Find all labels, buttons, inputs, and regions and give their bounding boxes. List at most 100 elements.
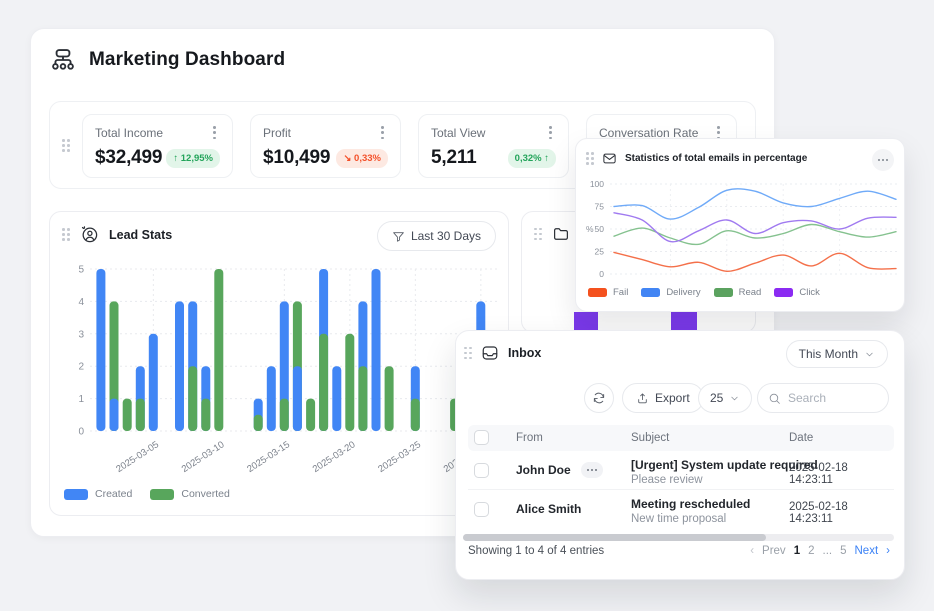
entries-summary: Showing 1 to 4 of 4 entries [468,545,604,557]
funnel-icon [392,230,405,243]
lead-stats-title: Lead Stats [109,228,172,242]
row-menu-button[interactable] [581,462,603,478]
hidden-chart-purple-bar [574,312,598,331]
lead-user-icon [80,225,99,244]
email-stats-card: Statistics of total emails in percentage… [575,138,905,312]
legend-swatch [714,288,733,297]
lead-stats-legend: Created Converted [64,488,230,500]
svg-text:2025-03-05: 2025-03-05 [114,439,161,475]
dashboard-header: Marketing Dashboard [49,46,285,74]
email-stats-legend: Fail Delivery Read Click [588,287,820,298]
inbox-title: Inbox [508,346,541,360]
table-header: From Subject Date [468,425,894,451]
horizontal-scrollbar [463,534,894,541]
inbox-table-row[interactable]: Alice Smith Meeting rescheduled New time… [468,490,894,529]
svg-text:1: 1 [78,394,84,405]
sender-name: John Doe [516,463,571,477]
export-icon [636,392,649,405]
email-stats-chart: 0 25 50 75 100% [576,175,906,279]
chevron-down-icon [729,393,740,404]
kebab-menu-icon[interactable] [545,124,556,141]
svg-text:2025-03-20: 2025-03-20 [311,439,358,475]
svg-text:75: 75 [595,202,605,212]
svg-text:2025-03-15: 2025-03-15 [245,439,292,475]
legend-item: Converted [150,488,229,500]
stat-card-value: $10,499 [263,147,330,169]
page-size-dropdown[interactable]: 25 [698,383,752,413]
legend-swatch [64,489,88,500]
drag-handle-icon[interactable] [586,152,594,165]
kebab-menu-icon[interactable] [377,124,388,141]
filter-label: Last 30 Days [411,229,481,243]
svg-text:%: % [586,224,594,234]
legend-swatch [774,288,793,297]
envelope-icon [602,151,617,166]
mail-date: 2025-02-18 14:23:11 [789,501,894,525]
legend-item: Fail [588,287,628,298]
legend-item: Read [714,287,762,298]
svg-text:4: 4 [78,297,84,308]
page: Marketing Dashboard Total Income $32,499… [0,0,934,611]
page-title: Marketing Dashboard [89,49,285,71]
row-checkbox[interactable] [474,463,489,478]
export-label: Export [655,391,690,405]
legend-swatch [588,288,607,297]
stat-card-value: $32,499 [95,147,162,169]
page-item[interactable]: 2 [808,545,814,557]
sender-name: Alice Smith [516,502,581,516]
page-size-value: 25 [710,391,723,405]
svg-text:5: 5 [78,265,84,276]
page-item[interactable]: 5 [840,545,846,557]
stat-card: Profit $10,499 ↘ 0,33% [250,114,401,178]
svg-text:0: 0 [599,269,604,279]
page-chevron[interactable]: ‹ [750,545,754,557]
legend-item: Click [774,287,820,298]
search-box [757,383,889,413]
inbox-icon [481,344,499,362]
card-menu-button[interactable] [872,149,894,171]
refresh-icon [592,391,606,405]
page-item[interactable]: Next [855,545,879,557]
legend-item: Created [64,488,132,500]
lead-stats-card: Lead Stats Last 30 Days 0123452025-03-05… [49,211,509,516]
stat-change-badge: ↑ 12,95% [166,149,220,168]
filter-last-30-days-button[interactable]: Last 30 Days [377,221,496,251]
select-all-checkbox[interactable] [474,430,489,445]
page-item[interactable]: 1 [794,545,800,557]
col-subject: Subject [631,432,669,444]
svg-text:2: 2 [78,362,84,373]
legend-swatch [641,288,660,297]
lead-stats-chart: 0123452025-03-052025-03-102025-03-152025… [50,252,510,488]
page-chevron[interactable]: › [886,545,890,557]
svg-text:100: 100 [590,179,604,189]
drag-handle-icon[interactable] [534,228,542,241]
refresh-button[interactable] [584,383,614,413]
email-stats-title: Statistics of total emails in percentage [625,153,807,164]
inbox-table-row[interactable]: John Doe [Urgent] System update required… [468,451,894,490]
svg-text:25: 25 [595,247,605,257]
stat-card: Total View 5,211 0,32% ↑ [418,114,569,178]
mail-preview: New time proposal [631,513,726,525]
mail-subject: Meeting rescheduled [631,497,750,511]
drag-handle-icon[interactable] [62,139,70,152]
legend-item: Delivery [641,287,700,298]
inbox-table: From Subject Date John Doe [Urgent] Syst… [468,425,894,529]
page-item[interactable]: Prev [762,545,786,557]
hidden-chart-purple-bar [671,312,697,331]
legend-swatch [150,489,174,500]
inbox-footer: Showing 1 to 4 of 4 entries ‹Prev12...5N… [468,545,890,557]
drag-handle-icon[interactable] [62,228,70,241]
svg-text:2025-03-25: 2025-03-25 [376,439,423,475]
svg-text:3: 3 [78,329,84,340]
period-dropdown[interactable]: This Month [786,340,888,368]
kebab-menu-icon[interactable] [209,124,220,141]
row-checkbox[interactable] [474,502,489,517]
stat-change-badge: ↘ 0,33% [336,149,388,168]
export-button[interactable]: Export [622,383,704,413]
inbox-card: Inbox This Month Export [455,330,905,580]
drag-handle-icon[interactable] [464,347,472,360]
sitemap-icon [49,46,77,74]
search-input[interactable] [788,391,878,405]
svg-text:50: 50 [595,224,605,234]
scrollbar-thumb[interactable] [463,534,766,541]
